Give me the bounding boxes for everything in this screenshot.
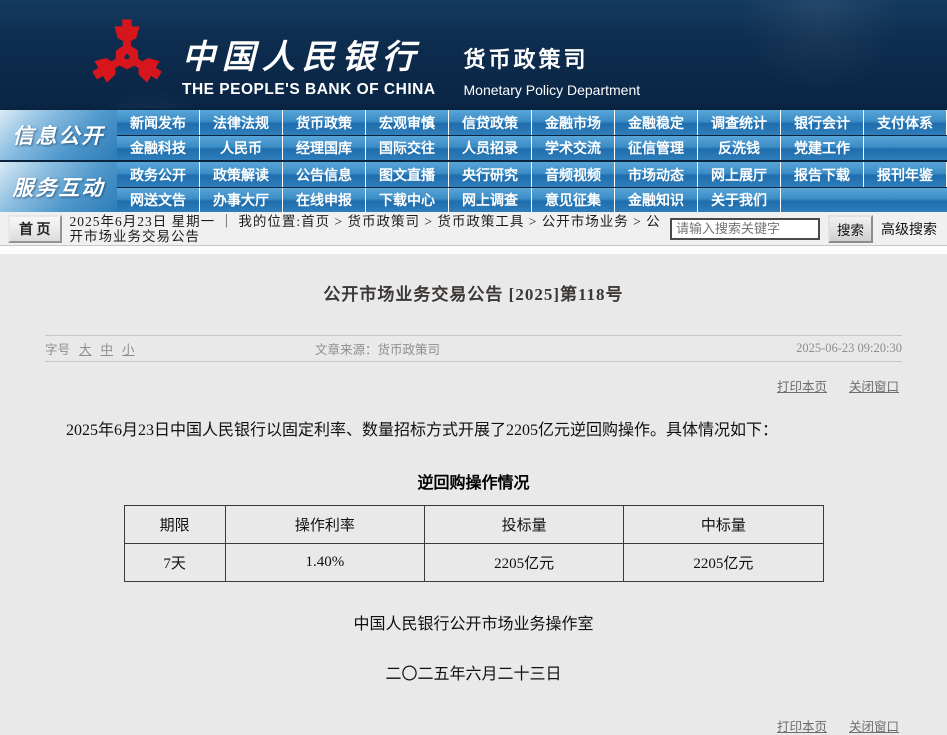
- site-header: 中国人民银行 THE PEOPLE'S BANK OF CHINA 货币政策司 …: [0, 0, 947, 108]
- bank-name-en: THE PEOPLE'S BANK OF CHINA: [182, 81, 436, 99]
- nav-item[interactable]: 报刊年鉴: [864, 162, 947, 187]
- nav-item[interactable]: 银行会计: [781, 110, 864, 135]
- nav-label-info-disclosure[interactable]: 信息公开: [0, 110, 117, 160]
- nav-item[interactable]: 支付体系: [864, 110, 947, 135]
- nav-item[interactable]: 公告信息: [283, 162, 366, 187]
- department-name-en: Monetary Policy Department: [464, 82, 641, 98]
- nav-item[interactable]: 新闻发布: [117, 110, 200, 135]
- breadcrumb[interactable]: 2025年6月23日 星期一 ｜ 我的位置:首页 > 货币政策司 > 货币政策工…: [70, 214, 663, 244]
- department-title-block: 货币政策司 Monetary Policy Department: [464, 42, 641, 98]
- nav-filler: [781, 188, 947, 212]
- col-header-term: 期限: [124, 506, 225, 544]
- nav-item[interactable]: 报告下载: [781, 162, 864, 187]
- repo-operation-table: 期限 操作利率 投标量 中标量 7天 1.40% 2205亿元 2205亿元: [124, 505, 824, 582]
- nav-item[interactable]: 音频视频: [532, 162, 615, 187]
- article-actions-bottom: 打印本页 关闭窗口: [0, 716, 899, 735]
- cell-term: 7天: [124, 544, 225, 582]
- nav-label-service-interaction[interactable]: 服务互动: [0, 162, 117, 212]
- nav-filler: [864, 136, 947, 160]
- search-button[interactable]: 搜索: [828, 215, 873, 243]
- nav-item[interactable]: 信贷政策: [449, 110, 532, 135]
- cell-awarded-amount: 2205亿元: [624, 544, 823, 582]
- nav-item[interactable]: 金融市场: [532, 110, 615, 135]
- department-name-cn: 货币政策司: [464, 42, 641, 74]
- nav-item[interactable]: 政务公开: [117, 162, 200, 187]
- signature-line: 中国人民银行公开市场业务操作室: [0, 610, 947, 634]
- col-header-bid-amount: 投标量: [425, 506, 624, 544]
- sign-date-line: 二〇二五年六月二十三日: [0, 660, 947, 684]
- nav-section-info-disclosure: 信息公开 新闻发布 法律法规 货币政策 宏观审慎 信贷政策 金融市场 金融稳定 …: [0, 108, 947, 160]
- nav-item[interactable]: 网上展厅: [698, 162, 781, 187]
- nav-item[interactable]: 办事大厅: [200, 188, 283, 212]
- nav-item[interactable]: 金融稳定: [615, 110, 698, 135]
- nav-item[interactable]: 人员招录: [449, 136, 532, 160]
- nav-item[interactable]: 货币政策: [283, 110, 366, 135]
- close-window-link[interactable]: 关闭窗口: [849, 376, 899, 395]
- main-navigation: 信息公开 新闻发布 法律法规 货币政策 宏观审慎 信贷政策 金融市场 金融稳定 …: [0, 108, 947, 212]
- nav-item[interactable]: 调查统计: [698, 110, 781, 135]
- nav-item[interactable]: 金融知识: [615, 188, 698, 212]
- nav-item[interactable]: 征信管理: [615, 136, 698, 160]
- nav-item[interactable]: 关于我们: [698, 188, 781, 212]
- operation-table-title: 逆回购操作情况: [0, 469, 947, 493]
- nav-item[interactable]: 市场动态: [615, 162, 698, 187]
- bank-name-cn: 中国人民银行: [182, 30, 436, 78]
- nav-item[interactable]: 下载中心: [366, 188, 449, 212]
- nav-item[interactable]: 图文直播: [366, 162, 449, 187]
- nav-item[interactable]: 经理国库: [283, 136, 366, 160]
- nav-item[interactable]: 法律法规: [200, 110, 283, 135]
- page-title: 公开市场业务交易公告 [2025]第118号: [0, 280, 947, 305]
- col-header-rate: 操作利率: [225, 506, 424, 544]
- article-content: 公开市场业务交易公告 [2025]第118号 字号 大 中 小 文章来源：货币政…: [0, 254, 947, 724]
- col-header-awarded-amount: 中标量: [624, 506, 823, 544]
- nav-item[interactable]: 在线申报: [283, 188, 366, 212]
- search-input[interactable]: [670, 218, 820, 240]
- nav-item[interactable]: 金融科技: [117, 136, 200, 160]
- nav-item[interactable]: 央行研究: [449, 162, 532, 187]
- table-header-row: 期限 操作利率 投标量 中标量: [124, 506, 823, 544]
- announcement-paragraph: 2025年6月23日中国人民银行以固定利率、数量招标方式开展了2205亿元逆回购…: [34, 419, 913, 443]
- advanced-search-link[interactable]: 高级搜索: [881, 219, 937, 239]
- nav-item[interactable]: 政策解读: [200, 162, 283, 187]
- cell-bid-amount: 2205亿元: [425, 544, 624, 582]
- font-size-medium-link[interactable]: 中: [101, 339, 114, 358]
- nav-section-service-interaction: 服务互动 政务公开 政策解读 公告信息 图文直播 央行研究 音频视频 市场动态 …: [0, 160, 947, 212]
- breadcrumb-toolbar: 首 页 2025年6月23日 星期一 ｜ 我的位置:首页 > 货币政策司 > 货…: [0, 212, 947, 246]
- article-meta-bar: 字号 大 中 小 文章来源：货币政策司 2025-06-23 09:20:30: [45, 335, 902, 362]
- font-size-large-link[interactable]: 大: [79, 339, 92, 358]
- nav-item[interactable]: 学术交流: [532, 136, 615, 160]
- nav-item[interactable]: 国际交往: [366, 136, 449, 160]
- cell-rate: 1.40%: [225, 544, 424, 582]
- nav-item[interactable]: 意见征集: [532, 188, 615, 212]
- nav-item[interactable]: 党建工作: [781, 136, 864, 160]
- nav-item[interactable]: 人民币: [200, 136, 283, 160]
- home-button[interactable]: 首 页: [8, 215, 62, 243]
- divider-strip: [0, 246, 947, 254]
- pboc-logo-icon[interactable]: [88, 16, 166, 96]
- close-window-link[interactable]: 关闭窗口: [849, 716, 899, 735]
- font-size-label: 字号: [45, 339, 70, 358]
- article-timestamp: 2025-06-23 09:20:30: [796, 341, 902, 356]
- nav-item[interactable]: 网送文告: [117, 188, 200, 212]
- print-page-link[interactable]: 打印本页: [777, 716, 827, 735]
- print-page-link[interactable]: 打印本页: [777, 376, 827, 395]
- nav-item[interactable]: 网上调查: [449, 188, 532, 212]
- article-actions-top: 打印本页 关闭窗口: [0, 376, 899, 395]
- bank-title-block: 中国人民银行 THE PEOPLE'S BANK OF CHINA: [182, 30, 436, 99]
- font-size-small-link[interactable]: 小: [122, 339, 135, 358]
- article-source: 文章来源：货币政策司: [315, 339, 796, 358]
- table-row: 7天 1.40% 2205亿元 2205亿元: [124, 544, 823, 582]
- nav-item[interactable]: 反洗钱: [698, 136, 781, 160]
- nav-item[interactable]: 宏观审慎: [366, 110, 449, 135]
